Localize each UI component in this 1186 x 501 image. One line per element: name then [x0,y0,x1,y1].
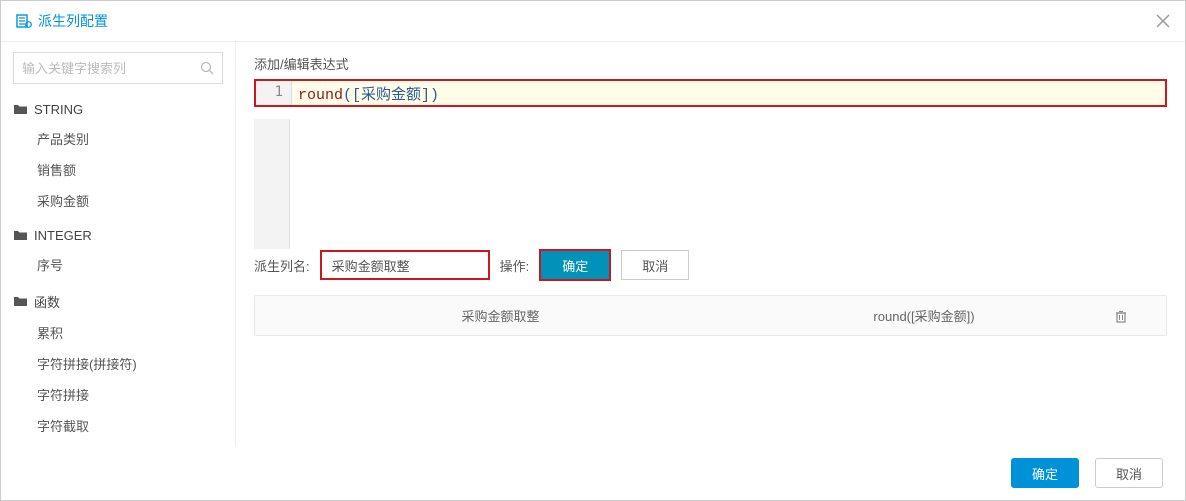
tree-item[interactable]: 字符拼接 [13,379,223,410]
tree-item[interactable]: 产品类别 [13,123,223,154]
tree-group-label: 函数 [34,292,60,311]
delete-row-button[interactable] [1114,309,1154,323]
line-number: 1 [256,81,292,105]
config-icon [16,13,32,29]
tree-group-func: 函数 累积 字符拼接(拼接符) 字符拼接 字符截取 小数点保留 [13,286,223,446]
main-panel: 添加/编辑表达式 1 round([采购金额]) 派生列名: 操作: 确定 取消 [236,42,1185,446]
tree-item[interactable]: 销售额 [13,154,223,185]
tree-group-header-integer[interactable]: INTEGER [13,222,223,249]
trash-icon [1114,309,1154,323]
expression-editor-blank[interactable] [254,119,1167,249]
derived-name-input[interactable] [320,250,490,280]
folder-icon [13,102,28,117]
row-name: 采购金额取整 [267,306,734,325]
search-icon[interactable] [200,61,214,75]
row-expression: round([采购金额]) [734,306,1114,325]
token-open-paren: ( [343,87,352,104]
tree-group-header-func[interactable]: 函数 [13,286,223,317]
name-label: 派生列名: [254,256,310,275]
confirm-highlight: 确定 [539,249,611,281]
tree-item[interactable]: 字符拼接(拼接符) [13,348,223,379]
ops-label: 操作: [500,256,530,275]
tree-group-label: STRING [34,102,83,117]
tree-item[interactable]: 采购金额 [13,185,223,216]
folder-icon [13,294,28,309]
inner-confirm-button[interactable]: 确定 [541,251,609,279]
form-row: 派生列名: 操作: 确定 取消 [254,249,1167,281]
editor-blank-area[interactable] [290,119,1167,249]
derived-column-dialog: 派生列配置 STRING 产品类别 销售额 [0,0,1186,501]
sidebar: STRING 产品类别 销售额 采购金额 INTEGER 序号 [1,42,236,446]
folder-icon [13,228,28,243]
table-row: 采购金额取整 round([采购金额]) [255,296,1166,335]
token-function: round [298,87,343,104]
dialog-title-wrap: 派生列配置 [16,11,108,31]
dialog-header: 派生列配置 [1,1,1185,42]
derived-table: 采购金额取整 round([采购金额]) [254,295,1167,336]
dialog-title: 派生列配置 [38,11,108,31]
gutter-blank [254,119,290,249]
search-field-wrap [13,52,223,84]
cancel-button[interactable]: 取消 [1095,458,1163,488]
tree-group-label: INTEGER [34,228,92,243]
token-close-paren: ) [430,87,439,104]
tree-group-integer: INTEGER 序号 [13,222,223,280]
ok-button[interactable]: 确定 [1011,458,1079,488]
editor-section-label: 添加/编辑表达式 [254,54,1167,73]
tree-group-header-string[interactable]: STRING [13,96,223,123]
token-argument: [采购金额] [352,87,430,104]
dialog-footer: 确定 取消 [1,446,1185,500]
search-input[interactable] [22,61,200,76]
tree-group-string: STRING 产品类别 销售额 采购金额 [13,96,223,216]
tree-item[interactable]: 序号 [13,249,223,280]
expression-editor[interactable]: 1 round([采购金额]) [254,79,1167,107]
tree-item[interactable]: 累积 [13,317,223,348]
tree-item[interactable]: 字符截取 [13,410,223,441]
code-line-1: 1 round([采购金额]) [256,81,1165,105]
dialog-body: STRING 产品类别 销售额 采购金额 INTEGER 序号 [1,42,1185,446]
expression-text[interactable]: round([采购金额]) [292,81,1165,105]
inner-cancel-button[interactable]: 取消 [621,250,689,280]
close-icon[interactable] [1156,14,1170,28]
